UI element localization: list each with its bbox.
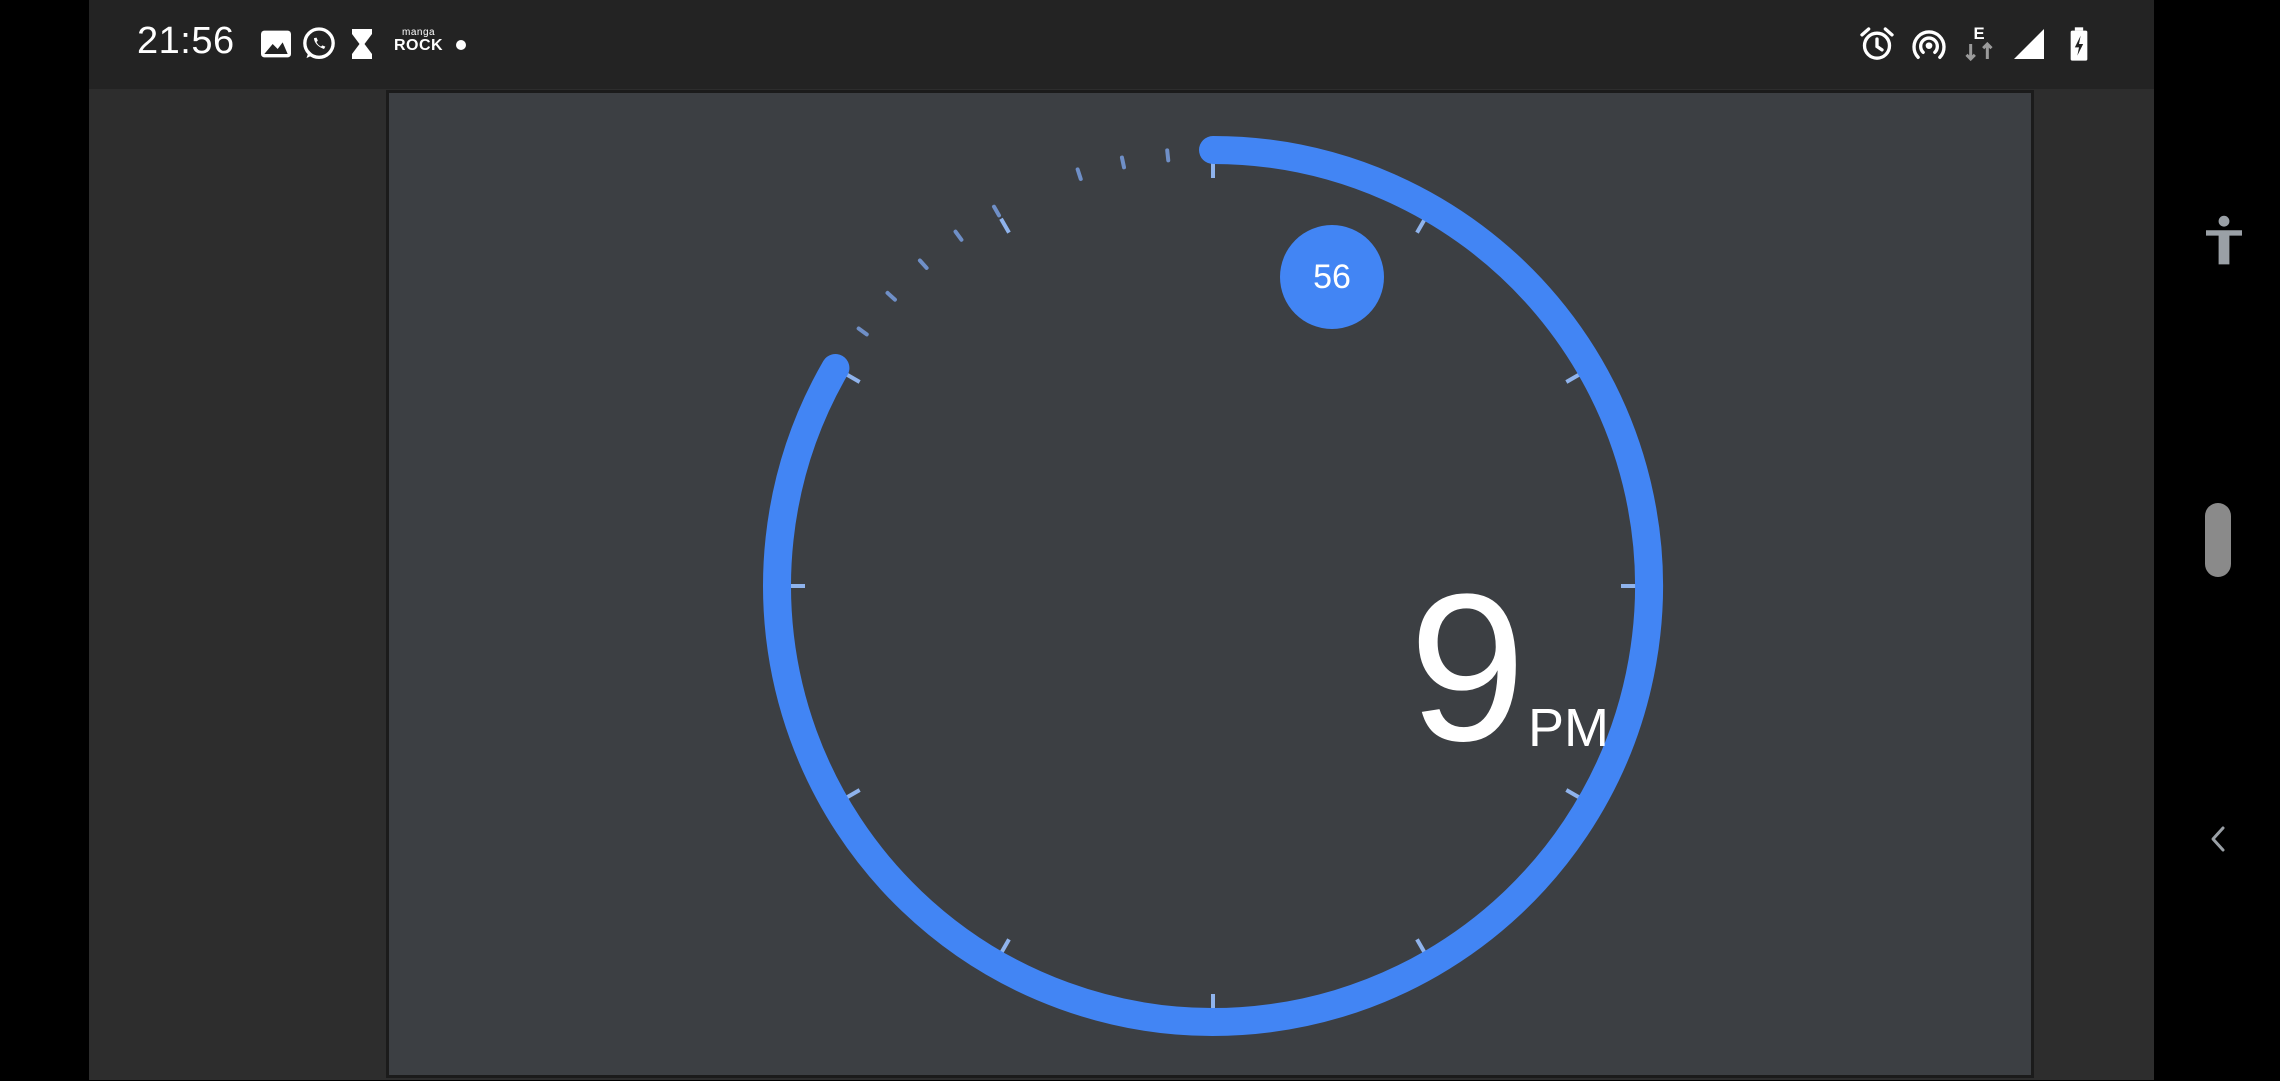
dial-tick bbox=[1565, 372, 1582, 384]
notification-dot-icon bbox=[456, 40, 466, 50]
dial-tick bbox=[1415, 217, 1427, 234]
dial-dot bbox=[1165, 148, 1171, 163]
scroll-handle[interactable] bbox=[2205, 503, 2231, 577]
minute-knob[interactable]: 56 bbox=[1280, 225, 1384, 329]
dial-dot bbox=[917, 258, 929, 270]
dial-tick bbox=[1415, 938, 1427, 955]
dial-tick bbox=[844, 788, 861, 800]
dial-remaining-dots bbox=[856, 148, 1171, 337]
dial-dot bbox=[1119, 155, 1127, 170]
accessibility-icon[interactable] bbox=[2202, 214, 2246, 268]
period-label: PM bbox=[1528, 698, 1609, 758]
status-bar: 21:56 manga ROCK E bbox=[89, 0, 2154, 89]
gallery-icon bbox=[261, 30, 291, 58]
dial-tick bbox=[999, 938, 1011, 955]
dial-dot bbox=[856, 326, 869, 337]
dial-tick bbox=[1565, 788, 1582, 800]
whatsapp-icon bbox=[303, 27, 335, 60]
device-screen: 21:56 manga ROCK E 9 PM 56 bbox=[89, 0, 2154, 1080]
timer-panel: 9 PM 56 bbox=[386, 90, 2034, 1078]
dial-dot bbox=[1075, 167, 1083, 181]
hourglass-icon bbox=[352, 29, 372, 59]
dial-dot bbox=[992, 204, 1001, 218]
battery-charging-icon bbox=[2070, 27, 2088, 61]
signal-icon bbox=[2014, 29, 2044, 59]
svg-text:E: E bbox=[1973, 24, 1984, 43]
hour-value: 9 bbox=[1409, 550, 1526, 785]
hotspot-icon bbox=[1912, 30, 1946, 59]
dial-dot bbox=[885, 290, 897, 302]
back-icon[interactable] bbox=[2205, 822, 2231, 856]
manga-rock-icon: manga ROCK bbox=[394, 27, 444, 54]
dial-dot bbox=[953, 229, 964, 242]
alarm-icon bbox=[1860, 27, 1894, 60]
dial-tick bbox=[844, 372, 861, 384]
dial-tick bbox=[999, 217, 1011, 234]
timer-dial[interactable] bbox=[389, 93, 2037, 1081]
status-time: 21:56 bbox=[137, 20, 235, 62]
data-e-icon: E bbox=[1965, 24, 1993, 62]
